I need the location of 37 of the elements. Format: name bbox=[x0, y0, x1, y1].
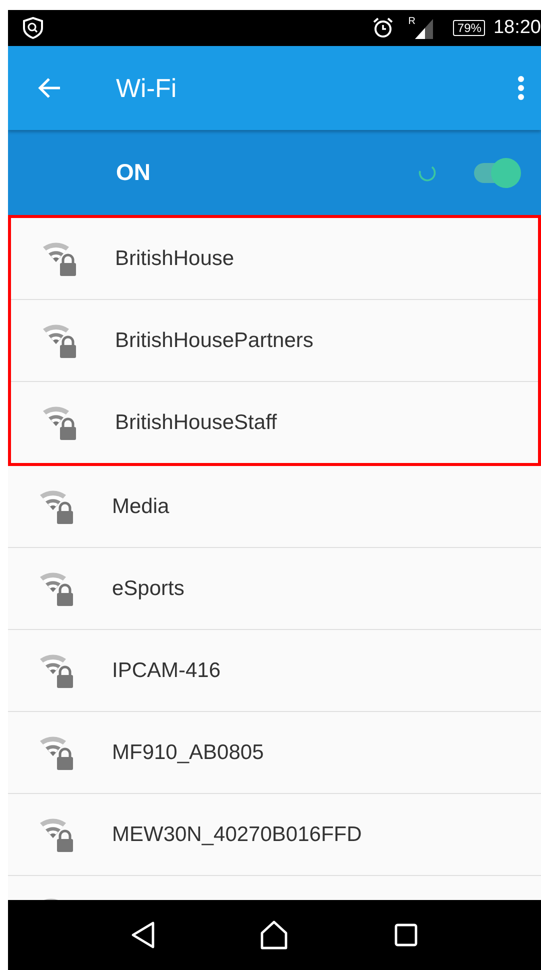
back-arrow-icon[interactable] bbox=[38, 77, 62, 99]
roaming-indicator: R bbox=[408, 17, 416, 27]
network-item[interactable]: BritishHouseStaff bbox=[11, 382, 538, 463]
network-name: MEW30N_40270B016FFD bbox=[112, 822, 362, 846]
signal-icon bbox=[415, 19, 434, 39]
network-item[interactable]: BritishHouse bbox=[11, 218, 538, 300]
network-item[interactable]: MEW30N_40270B016FFD bbox=[8, 794, 541, 876]
more-options-icon[interactable] bbox=[517, 75, 525, 101]
switch-label: ON bbox=[116, 159, 152, 186]
wifi-lock-icon bbox=[40, 736, 74, 770]
battery-indicator: 79% bbox=[453, 20, 486, 36]
wifi-lock-icon bbox=[40, 572, 74, 606]
network-item[interactable]: MF910_AB0805 bbox=[8, 712, 541, 794]
network-item[interactable]: BritishHousePartners bbox=[11, 300, 538, 382]
wifi-lock-icon bbox=[43, 242, 77, 276]
clock-time: 18:20 bbox=[493, 17, 541, 39]
screen-title: Wi-Fi bbox=[116, 72, 178, 104]
alarm-clock-icon bbox=[372, 17, 394, 39]
network-item[interactable]: IPCAM-416 bbox=[8, 630, 541, 712]
network-name: MF910_AB0805 bbox=[112, 740, 264, 764]
network-item[interactable]: Media bbox=[8, 466, 541, 548]
wifi-lock-icon bbox=[43, 406, 77, 440]
network-name: BritishHouseStaff bbox=[115, 410, 277, 434]
wifi-lock-icon bbox=[40, 490, 74, 524]
network-item[interactable]: eSports bbox=[8, 548, 541, 630]
back-icon[interactable] bbox=[130, 921, 155, 949]
network-name: IPCAM-416 bbox=[112, 658, 221, 682]
recent-apps-icon[interactable] bbox=[394, 923, 418, 947]
wifi-lock-icon bbox=[40, 818, 74, 852]
network-name: BritishHousePartners bbox=[115, 328, 314, 352]
wifi-lock-icon bbox=[40, 654, 74, 688]
network-name: eSports bbox=[112, 576, 184, 600]
home-icon[interactable] bbox=[260, 920, 288, 950]
shield-icon bbox=[22, 17, 44, 39]
network-name: BritishHouse bbox=[115, 246, 234, 270]
wifi-lock-icon bbox=[43, 324, 77, 358]
network-name: Media bbox=[112, 494, 170, 518]
